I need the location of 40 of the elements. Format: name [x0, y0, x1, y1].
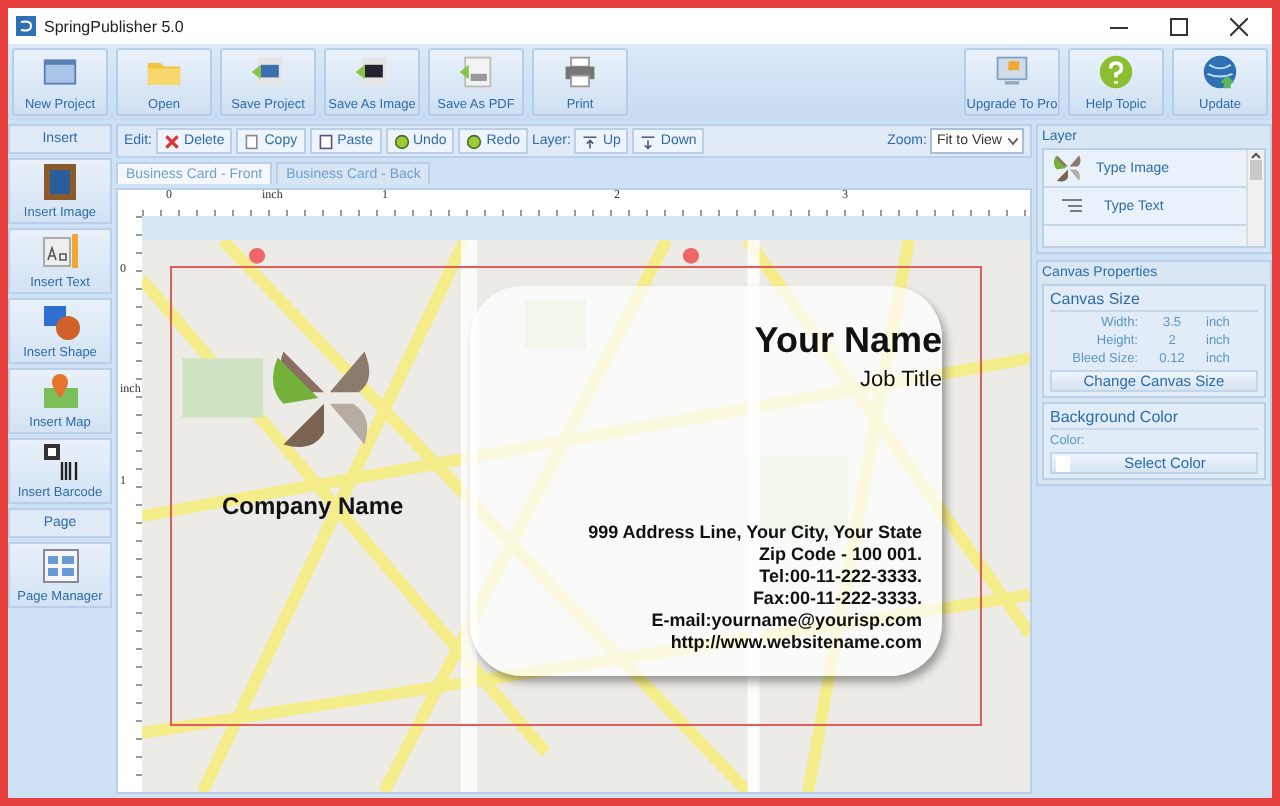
- image-export-icon: [354, 54, 390, 90]
- window-icon: [42, 54, 78, 90]
- copy-icon: [244, 133, 261, 149]
- monitor-icon: [994, 54, 1030, 90]
- barcode-icon: [38, 442, 82, 482]
- paste-icon: [317, 133, 334, 149]
- map-pin-icon: [38, 372, 82, 412]
- printer-icon: [562, 54, 598, 90]
- globe-icon: [1202, 54, 1238, 90]
- contact-line: Zip Code - 100 001.: [758, 544, 922, 564]
- contact-line: E-mail:yourname@yourisp.com: [651, 610, 922, 630]
- caret-icon: [1008, 137, 1018, 145]
- save-icon: [250, 54, 286, 90]
- group-title: Canvas Size: [1050, 290, 1258, 312]
- text-pencil-icon: [38, 232, 82, 272]
- pdf-export-icon: [458, 54, 494, 90]
- group-title: Background Color: [1050, 408, 1258, 430]
- up-icon: [582, 133, 599, 149]
- app-logo-icon: [16, 16, 36, 36]
- company-name: Company Name: [222, 492, 404, 520]
- close-icon: [1229, 17, 1247, 35]
- contact-line: http://www.websitename.com: [670, 632, 922, 652]
- window-title: SpringPublisher 5.0: [44, 17, 186, 35]
- scroll-up-icon: [1250, 150, 1262, 160]
- contact-line: 999 Address Line, Your City, Your State: [588, 522, 922, 542]
- contact-line: Fax:00-11-222-3333.: [752, 588, 922, 608]
- picture-frame-icon: [38, 162, 82, 202]
- shapes-icon: [38, 302, 82, 342]
- color-swatch: [1056, 455, 1070, 471]
- scroll-thumb[interactable]: [1250, 160, 1262, 180]
- page-grid-icon: [38, 546, 82, 586]
- logo-icon: [1052, 152, 1084, 184]
- delete-icon: [164, 133, 181, 149]
- job-title: Job Title: [860, 368, 942, 392]
- help-icon: [1098, 54, 1134, 90]
- down-icon: [640, 133, 657, 149]
- scrollbar[interactable]: [1246, 150, 1264, 246]
- maximize-icon: [1169, 17, 1187, 35]
- contact-line: Tel:00-11-222-3333.: [759, 566, 922, 586]
- person-name: Your Name: [754, 320, 942, 362]
